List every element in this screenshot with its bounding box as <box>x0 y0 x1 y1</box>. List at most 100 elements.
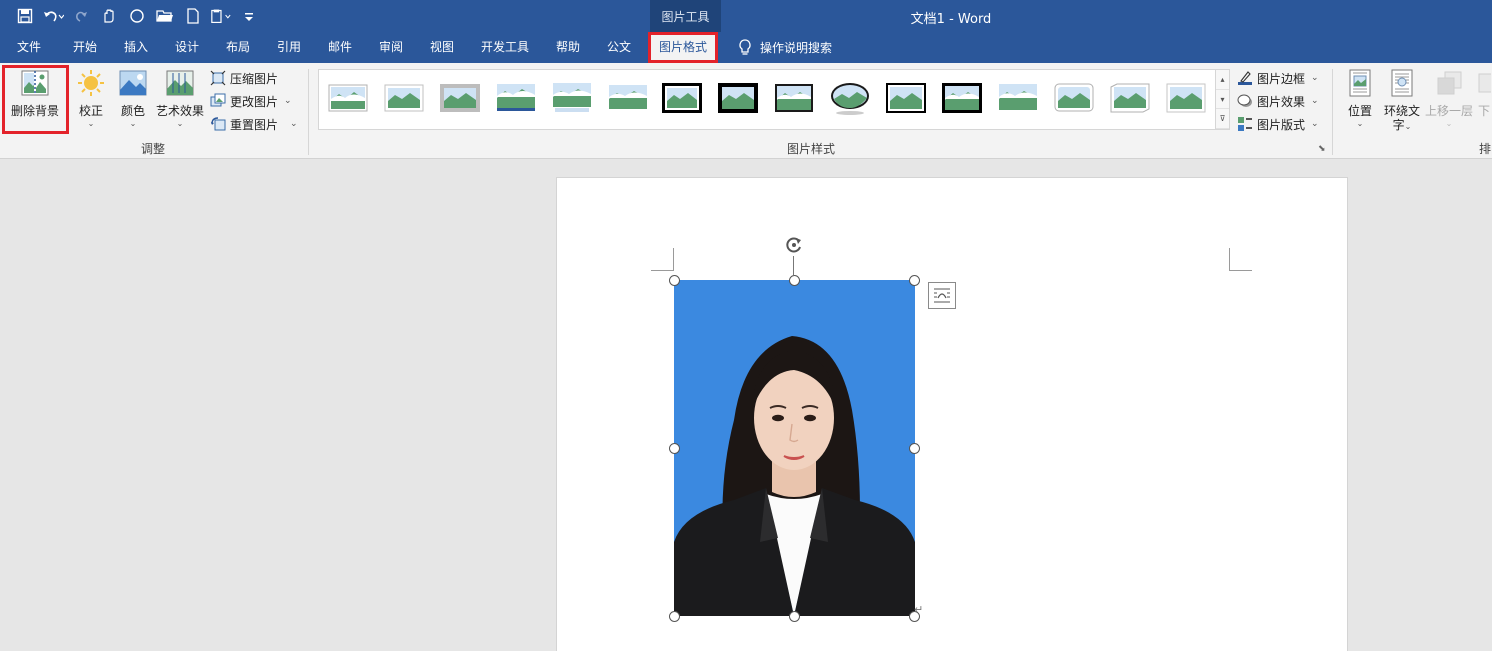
rotate-handle-stem <box>793 256 794 275</box>
picture-style-thumbnail[interactable] <box>997 81 1039 115</box>
resize-handle-right[interactable] <box>909 443 920 454</box>
picture-layout-button[interactable]: 图片版式 ⌄ <box>1237 114 1319 134</box>
picture-style-thumbnail[interactable] <box>551 81 593 115</box>
chevron-down-icon: ⌄ <box>87 119 95 128</box>
bring-forward-label: 上移一层 <box>1424 104 1473 118</box>
chevron-down-icon: ⌄ <box>1311 119 1319 129</box>
change-picture-label: 更改图片 <box>230 94 279 109</box>
wrap-text-label-line1: 环绕文 <box>1383 104 1420 118</box>
resize-handle-bottom[interactable] <box>789 611 800 622</box>
resize-handle-left[interactable] <box>669 443 680 454</box>
picture-style-thumbnail[interactable] <box>1053 81 1095 115</box>
ribbon: 删除背景 校正 ⌄ 颜色 ⌄ 艺术效果 ⌄ 压缩图片 更改图片 ⌄ 重置图片 ⌄… <box>0 63 1492 159</box>
picture-style-thumbnail[interactable] <box>1165 81 1207 115</box>
adjust-group-label: 调整 <box>141 142 166 156</box>
picture-style-thumbnail[interactable] <box>1109 81 1151 115</box>
tab-design[interactable]: 设计 <box>162 32 212 63</box>
compress-pictures-label: 压缩图片 <box>230 71 279 86</box>
tab-view[interactable]: 视图 <box>417 32 467 63</box>
picture-styles-group-label: 图片样式 <box>787 142 836 156</box>
picture-effects-label: 图片效果 <box>1257 94 1306 109</box>
rotate-handle-icon[interactable] <box>785 236 803 254</box>
picture-style-thumbnail[interactable] <box>327 81 369 115</box>
tell-me-search[interactable]: 操作说明搜索 <box>738 32 832 63</box>
layout-options-button[interactable] <box>928 282 956 309</box>
picture-style-thumbnail[interactable] <box>941 81 983 115</box>
send-backward-button[interactable]: 下 <box>1477 68 1491 119</box>
wrap-text-icon <box>1391 69 1413 97</box>
tab-home[interactable]: 开始 <box>60 32 110 63</box>
corrections-button[interactable]: 校正 ⌄ <box>76 68 106 129</box>
position-label: 位置 <box>1347 104 1372 118</box>
picture-style-thumbnail[interactable] <box>495 81 537 115</box>
tab-layout[interactable]: 布局 <box>213 32 263 63</box>
picture-effects-button[interactable]: 图片效果 ⌄ <box>1237 91 1319 111</box>
tab-gongwen[interactable]: 公文 <box>594 32 644 63</box>
tab-insert[interactable]: 插入 <box>111 32 161 63</box>
tab-help[interactable]: 帮助 <box>543 32 593 63</box>
tab-mailings[interactable]: 邮件 <box>315 32 365 63</box>
picture-border-label: 图片边框 <box>1257 71 1306 86</box>
gallery-scroll[interactable]: ▴ ▾ ⊽ <box>1215 69 1230 130</box>
send-backward-label: 下 <box>1477 104 1490 118</box>
picture-style-thumbnail[interactable] <box>717 81 759 115</box>
send-backward-icon <box>1478 73 1491 93</box>
sun-icon <box>78 70 104 96</box>
tab-file[interactable]: 文件 <box>4 32 54 63</box>
chevron-down-icon[interactable]: ▾ <box>1216 90 1229 110</box>
tab-developer[interactable]: 开发工具 <box>472 32 538 63</box>
border-pen-icon <box>1238 71 1252 85</box>
wrap-text-button[interactable]: 环绕文 字⌄ <box>1382 68 1422 132</box>
resize-handle-top-left[interactable] <box>669 275 680 286</box>
resize-handle-top[interactable] <box>789 275 800 286</box>
corrections-label: 校正 <box>78 104 103 118</box>
change-picture-button[interactable]: 更改图片 ⌄ <box>210 91 292 111</box>
bring-forward-icon <box>1437 71 1462 95</box>
arrange-group-label: 排 <box>1479 142 1492 156</box>
margin-crop-mark <box>651 248 674 271</box>
chevron-down-icon: ⌄ <box>1311 73 1319 83</box>
resize-handle-bottom-left[interactable] <box>669 611 680 622</box>
bring-forward-button[interactable]: 上移一层 ⌄ <box>1424 68 1474 129</box>
effects-icon <box>1237 94 1252 107</box>
tab-references[interactable]: 引用 <box>264 32 314 63</box>
group-separator <box>308 69 309 155</box>
paragraph-mark-icon: ↵ <box>914 603 924 616</box>
artistic-effects-button[interactable]: 艺术效果 ⌄ <box>154 68 206 129</box>
chevron-down-icon: ⌄ <box>284 96 292 106</box>
chevron-up-icon[interactable]: ▴ <box>1216 70 1229 90</box>
picture-layout-icon <box>1238 117 1252 131</box>
position-button[interactable]: 位置 ⌄ <box>1344 68 1376 129</box>
artistic-effects-icon <box>166 70 194 96</box>
resize-handle-top-right[interactable] <box>909 275 920 286</box>
picture-border-button[interactable]: 图片边框 ⌄ <box>1237 68 1319 88</box>
tab-picture-format[interactable]: 图片格式 <box>648 32 718 63</box>
margin-crop-mark <box>1229 248 1252 271</box>
picture-style-thumbnail[interactable] <box>885 81 927 115</box>
compress-pictures-button[interactable]: 压缩图片 <box>210 68 278 88</box>
picture-style-thumbnail[interactable] <box>439 81 481 115</box>
reset-picture-button[interactable]: 重置图片 ⌄ <box>210 114 298 134</box>
chevron-down-icon: ⌄ <box>290 119 298 129</box>
remove-background-highlight <box>2 65 69 134</box>
dialog-launcher-icon[interactable]: ⬊ <box>1318 144 1326 154</box>
picture-style-thumbnail[interactable] <box>383 81 425 115</box>
color-button[interactable]: 颜色 ⌄ <box>117 68 149 129</box>
picture-style-thumbnail[interactable] <box>829 81 871 115</box>
compress-icon <box>210 70 226 86</box>
chevron-down-icon: ⌄ <box>1311 96 1319 106</box>
selected-picture[interactable] <box>674 280 915 616</box>
position-icon <box>1349 69 1371 97</box>
reset-picture-icon <box>211 117 226 131</box>
gallery-more-icon[interactable]: ⊽ <box>1216 109 1229 130</box>
wrap-text-label-line2: 字⌄ <box>1392 118 1412 132</box>
chevron-down-icon: ⌄ <box>176 119 184 128</box>
picture-style-thumbnail[interactable] <box>661 81 703 115</box>
tab-review[interactable]: 审阅 <box>366 32 416 63</box>
picture-style-thumbnail[interactable] <box>773 81 815 115</box>
picture-layout-label: 图片版式 <box>1257 117 1306 132</box>
tell-me-label: 操作说明搜索 <box>760 41 833 55</box>
chevron-down-icon: ⌄ <box>129 119 137 128</box>
picture-style-thumbnail[interactable] <box>607 81 649 115</box>
picture-styles-gallery <box>318 69 1230 130</box>
